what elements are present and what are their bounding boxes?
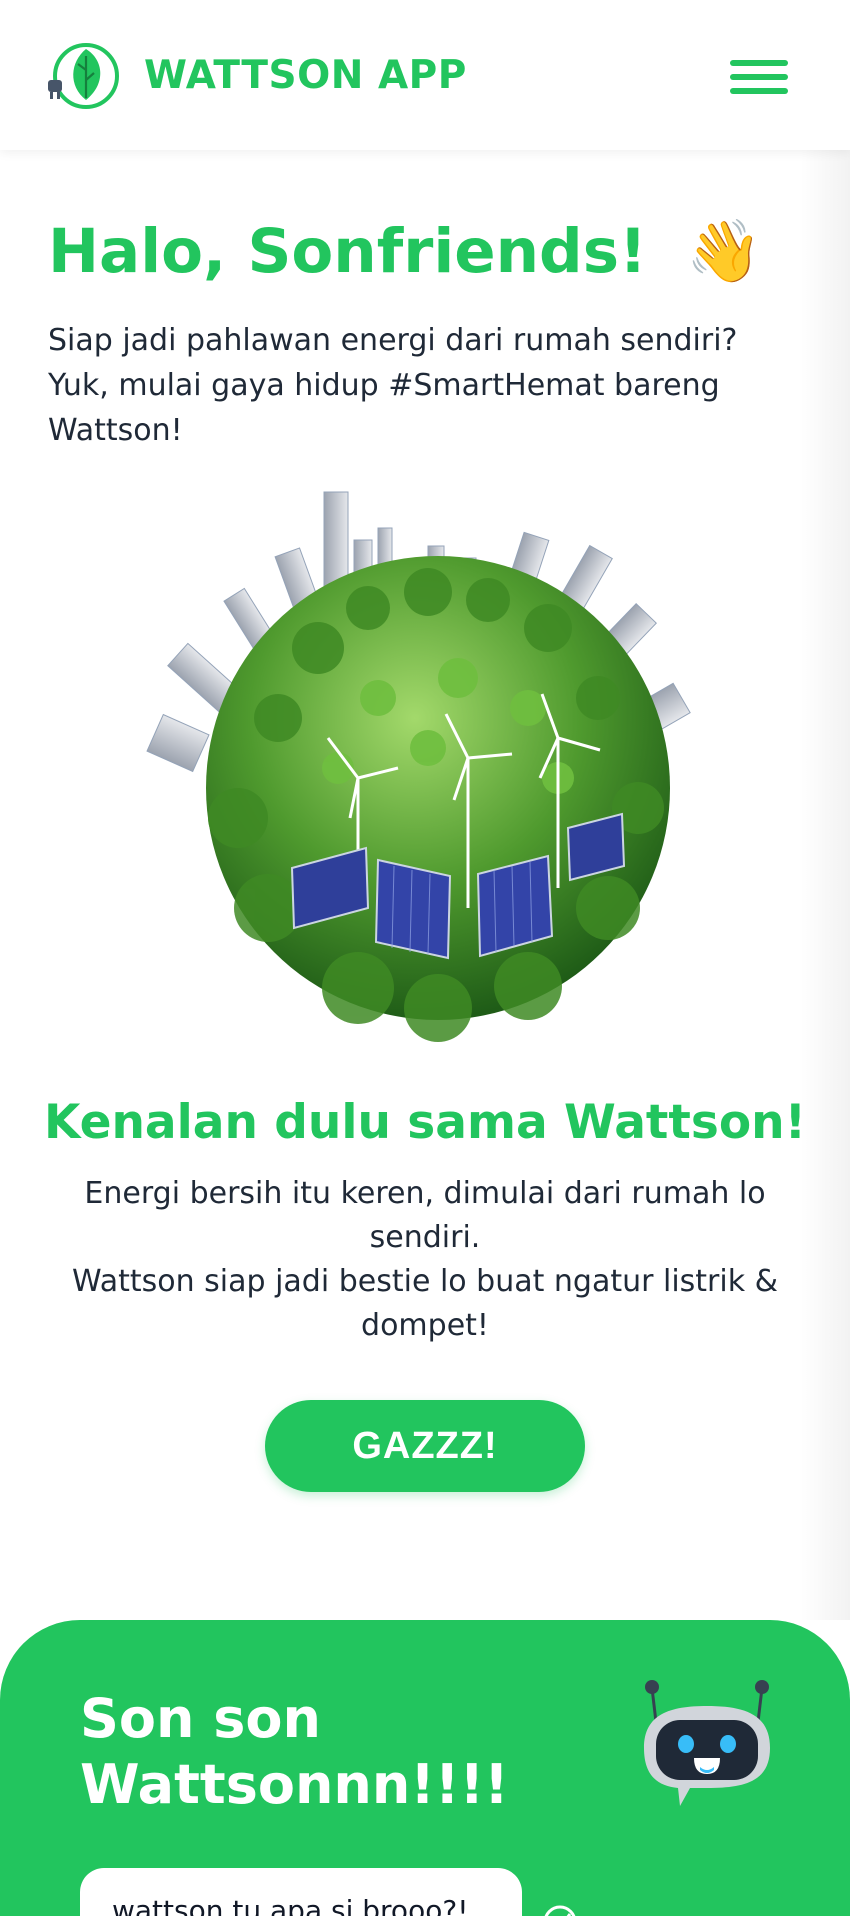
intro-text: Siap jadi pahlawan energi dari rumah sen… [48,323,738,448]
waving-hand-icon: 👋 [686,216,763,287]
about-description: Energi bersih itu keren, dimulai dari ru… [60,1172,790,1348]
about-title: Kenalan dulu sama Wattson! [43,1095,807,1150]
greeting-text: Halo, Sonfriends! [48,216,647,287]
scroll-edge-shadow [800,150,850,1620]
green-city-globe-illustration [146,491,691,1042]
chat-message-bubble[interactable]: wattson tu apa si brooo?! [80,1868,522,1916]
gazzz-button[interactable]: GAZZZ! [265,1400,585,1492]
chat-title: Son son Wattsonnn!!!! [80,1687,509,1816]
plug-leaf-logo-icon[interactable] [46,40,122,112]
app-header: WATTSON APP [0,0,850,150]
chat-section: Son son Wattsonnn!!!! wattson tu apa si … [0,1620,850,1916]
about-line-1: Energi bersih itu keren, dimulai dari ru… [84,1176,766,1255]
brand-name[interactable]: WATTSON APP [144,46,467,106]
robot-chat-icon[interactable] [640,1678,774,1810]
greeting-heading: Halo, Sonfriends! 👋 [48,212,762,292]
about-line-2: Wattson siap jadi bestie lo buat ngatur … [71,1264,779,1343]
send-icon[interactable] [540,1898,580,1916]
hamburger-menu-icon[interactable] [730,58,788,96]
